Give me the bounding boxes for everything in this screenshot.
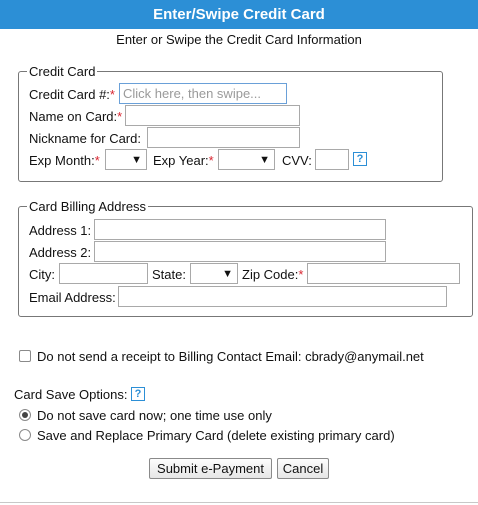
- email-address-label: Email Address:: [29, 290, 116, 305]
- exp-year-label: Exp Year:*: [153, 153, 214, 168]
- cvv-label: CVV:: [282, 153, 312, 168]
- bottom-divider: [0, 502, 478, 503]
- dialog-title-bar: Enter/Swipe Credit Card: [0, 0, 478, 29]
- required-marker: *: [298, 267, 304, 282]
- city-input[interactable]: [59, 263, 148, 284]
- radio-no-save[interactable]: [19, 409, 31, 421]
- required-marker: *: [117, 109, 123, 124]
- submit-payment-button[interactable]: Submit e-Payment: [149, 458, 272, 479]
- cvv-help-icon[interactable]: ?: [353, 152, 367, 166]
- chevron-down-icon: ▼: [259, 153, 270, 166]
- name-on-card-label: Name on Card:*: [29, 109, 123, 124]
- zip-code-label: Zip Code:*: [242, 267, 304, 282]
- dialog-title: Enter/Swipe Credit Card: [153, 6, 325, 23]
- address1-label: Address 1:: [29, 223, 92, 238]
- zip-code-input[interactable]: [307, 263, 460, 284]
- exp-month-select[interactable]: ▼: [105, 149, 147, 170]
- save-options-help-icon[interactable]: ?: [131, 387, 145, 401]
- card-save-options-label: Card Save Options:: [14, 387, 128, 402]
- credit-card-legend: Credit Card: [29, 64, 96, 79]
- exp-month-label: Exp Month:*: [29, 153, 100, 168]
- required-marker: *: [208, 153, 214, 168]
- exp-year-select[interactable]: ▼: [218, 149, 275, 170]
- card-number-input[interactable]: [119, 83, 287, 104]
- dialog-subtitle: Enter or Swipe the Credit Card Informati…: [116, 32, 362, 47]
- cancel-button[interactable]: Cancel: [277, 458, 329, 479]
- required-marker: *: [94, 153, 100, 168]
- radio-save-replace-label[interactable]: Save and Replace Primary Card (delete ex…: [37, 428, 395, 443]
- cvv-input[interactable]: [315, 149, 349, 170]
- email-address-input[interactable]: [118, 286, 447, 307]
- billing-address-legend: Card Billing Address: [29, 199, 147, 214]
- no-receipt-checkbox[interactable]: [19, 350, 31, 362]
- card-number-label: Credit Card #:*: [29, 87, 115, 102]
- state-label: State:: [152, 267, 186, 282]
- chevron-down-icon: ▼: [222, 267, 233, 280]
- name-on-card-input[interactable]: [125, 105, 300, 126]
- address1-input[interactable]: [94, 219, 386, 240]
- city-label: City:: [29, 267, 55, 282]
- nickname-label: Nickname for Card:: [29, 131, 141, 146]
- radio-save-replace[interactable]: [19, 429, 31, 441]
- address2-input[interactable]: [94, 241, 386, 262]
- chevron-down-icon: ▼: [131, 153, 142, 166]
- state-select[interactable]: ▼: [190, 263, 238, 284]
- no-receipt-label[interactable]: Do not send a receipt to Billing Contact…: [37, 349, 424, 364]
- nickname-input[interactable]: [147, 127, 300, 148]
- radio-no-save-label[interactable]: Do not save card now; one time use only: [37, 408, 272, 423]
- required-marker: *: [109, 87, 115, 102]
- address2-label: Address 2:: [29, 245, 92, 260]
